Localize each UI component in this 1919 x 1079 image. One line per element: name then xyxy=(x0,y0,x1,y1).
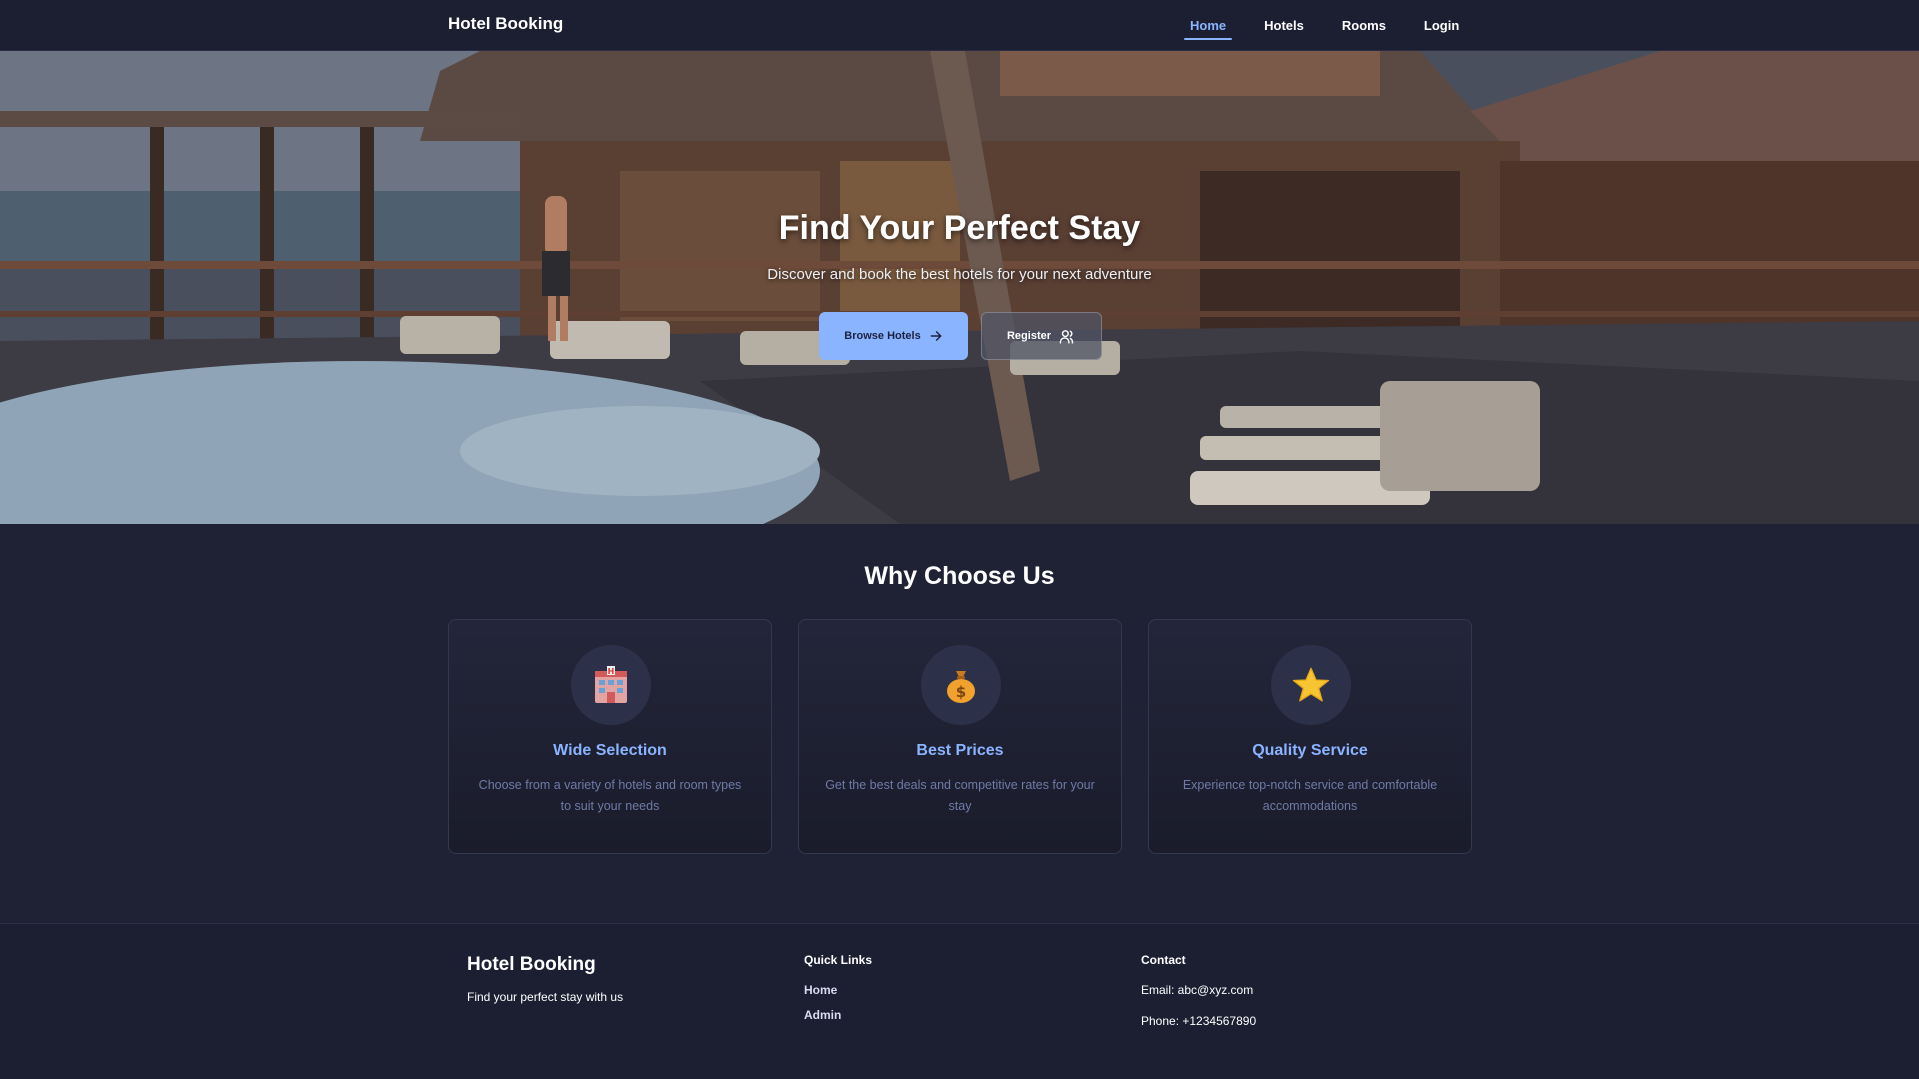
contact-heading: Contact xyxy=(1141,953,1186,967)
footer-link-admin[interactable]: Admin xyxy=(804,1008,841,1022)
feature-card-best-prices: $ Best Prices Get the best deals and com… xyxy=(798,619,1122,854)
nav-link-rooms[interactable]: Rooms xyxy=(1342,0,1386,51)
arrow-right-icon xyxy=(930,331,942,341)
users-icon xyxy=(1059,329,1074,344)
browse-hotels-button[interactable]: Browse Hotels xyxy=(819,312,968,360)
feature-desc-quality-service: Experience top-notch service and comfort… xyxy=(1182,778,1438,813)
browse-hotels-label: Browse Hotels xyxy=(844,330,921,342)
feature-card-wide-selection: H Wide Selection Choose from a variety o… xyxy=(448,619,772,854)
footer-brand: Hotel Booking xyxy=(467,954,596,975)
svg-text:$: $ xyxy=(956,683,966,701)
feature-title-best-prices: Best Prices xyxy=(916,742,1004,759)
money-bag-icon: $ xyxy=(921,645,1001,725)
contact-email: Email: abc@xyz.com xyxy=(1141,983,1254,997)
register-button[interactable]: Register xyxy=(981,312,1102,360)
brand-logo-link[interactable]: Hotel Booking xyxy=(448,14,563,34)
hero-section: Find Your Perfect Stay Discover and book… xyxy=(0,51,1919,524)
navbar: Hotel Booking Home Hotels Rooms Login xyxy=(0,0,1919,51)
hero-title: Find Your Perfect Stay xyxy=(778,209,1141,247)
hero-subtitle: Discover and book the best hotels for yo… xyxy=(767,266,1152,283)
footer-tagline: Find your perfect stay with us xyxy=(467,990,624,1004)
nav-links: Home Hotels Rooms Login xyxy=(1183,0,1497,51)
nav-link-home[interactable]: Home xyxy=(1183,0,1233,51)
feature-desc-best-prices: Get the best deals and competitive rates… xyxy=(825,778,1095,813)
register-label: Register xyxy=(1006,330,1052,342)
feature-title-wide-selection: Wide Selection xyxy=(553,742,667,759)
feature-desc-wide-selection: Choose from a variety of hotels and room… xyxy=(478,778,742,813)
contact-phone: Phone: +1234567890 xyxy=(1141,1014,1257,1028)
nav-link-hotels[interactable]: Hotels xyxy=(1264,0,1304,51)
footer-link-home[interactable]: Home xyxy=(804,983,837,997)
svg-text:H: H xyxy=(608,667,615,676)
feature-title-quality-service: Quality Service xyxy=(1252,742,1368,759)
hero-content: Find Your Perfect Stay Discover and book… xyxy=(0,51,1919,524)
footer: Hotel Booking Find your perfect stay wit… xyxy=(0,923,1919,1079)
quick-links-heading: Quick Links xyxy=(804,953,873,967)
feature-card-quality-service: Quality Service Experience top-notch ser… xyxy=(1148,619,1472,854)
why-choose-us-heading: Why Choose Us xyxy=(864,562,1055,590)
hotel-icon: H xyxy=(571,645,651,725)
star-icon xyxy=(1271,645,1351,725)
nav-link-login[interactable]: Login xyxy=(1424,0,1459,51)
